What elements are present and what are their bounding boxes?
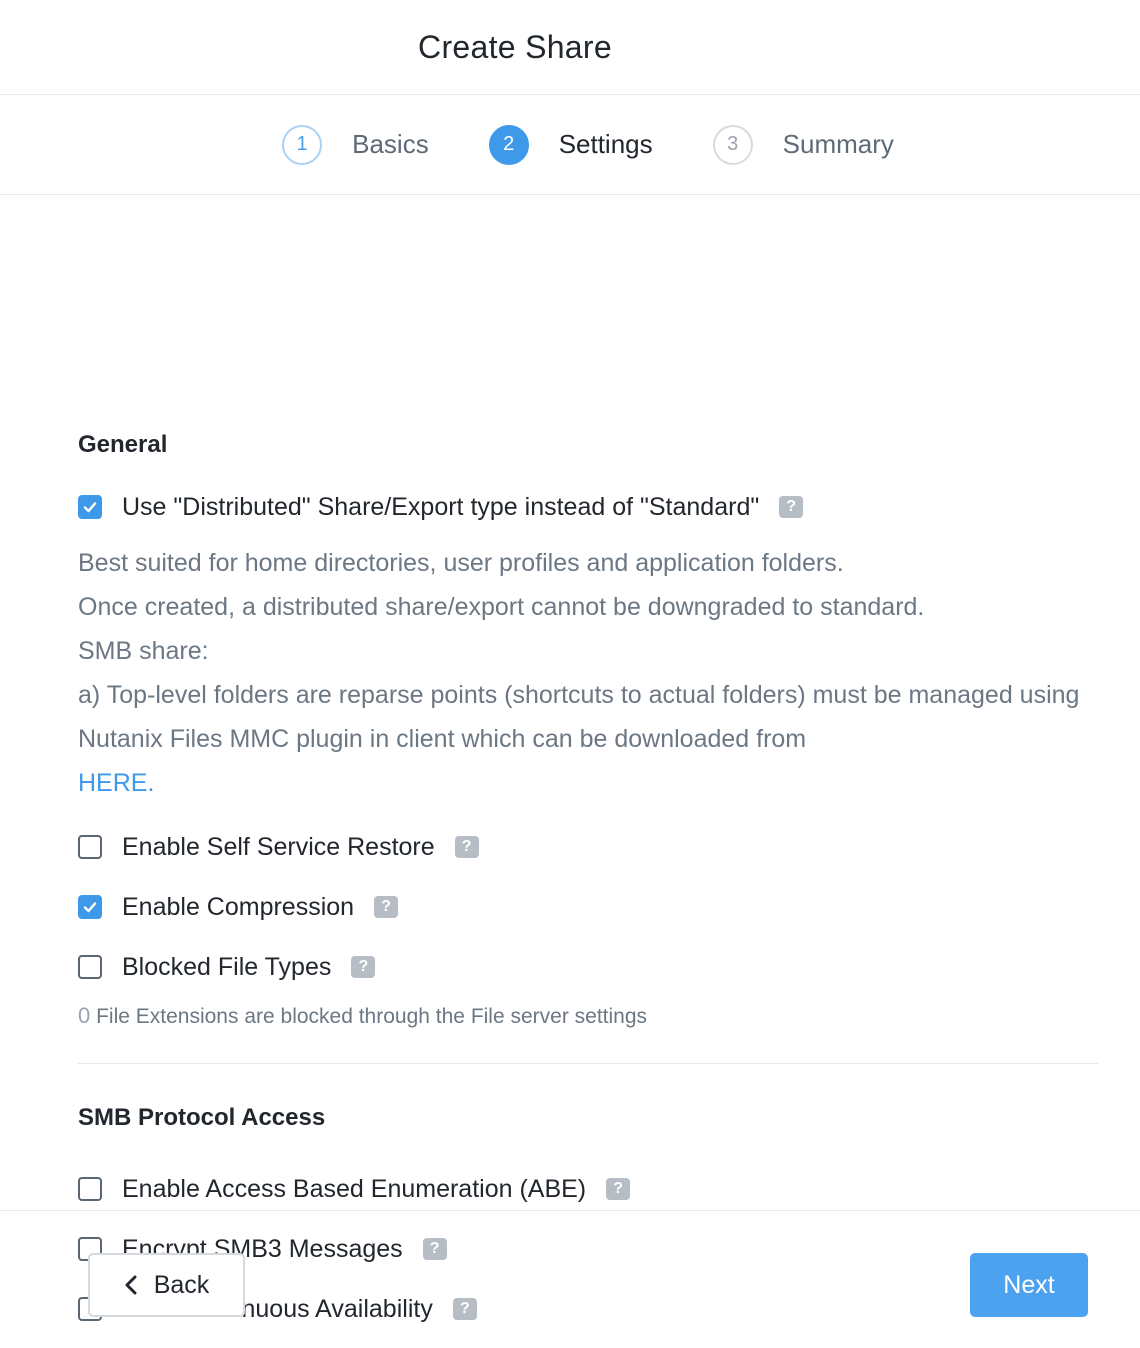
description-line: a) Top-level folders are reparse points …: [78, 681, 1080, 753]
blocked-note-text: File Extensions are blocked through the …: [96, 1005, 648, 1028]
step-label-basics: Basics: [352, 129, 429, 159]
compression-option: Enable Compression ?: [78, 892, 399, 922]
dialog-title: Create Share: [418, 28, 612, 65]
blocked-file-types-note: 0 File Extensions are blocked through th…: [78, 1003, 647, 1029]
step-settings[interactable]: 2 Settings: [488, 124, 653, 165]
self-service-restore-checkbox[interactable]: [78, 835, 102, 859]
step-number-summary: 3: [712, 124, 753, 165]
abe-option: Enable Access Based Enumeration (ABE) ?: [78, 1174, 631, 1204]
abe-label[interactable]: Enable Access Based Enumeration (ABE): [122, 1175, 586, 1204]
section-divider: [78, 1063, 1098, 1064]
compression-checkbox[interactable]: [78, 895, 102, 919]
step-label-summary: Summary: [782, 129, 894, 159]
section-title-smb: SMB Protocol Access: [78, 1104, 326, 1131]
checkmark-icon: [83, 502, 97, 513]
blocked-file-types-option: Blocked File Types ?: [78, 952, 376, 982]
step-summary[interactable]: 3 Summary: [712, 124, 894, 165]
self-service-restore-option: Enable Self Service Restore ?: [78, 832, 479, 862]
distributed-option: Use "Distributed" Share/Export type inst…: [78, 492, 804, 522]
section-title-general: General: [78, 431, 168, 458]
compression-label[interactable]: Enable Compression: [122, 893, 354, 922]
chevron-left-icon: [124, 1275, 138, 1295]
distributed-label[interactable]: Use "Distributed" Share/Export type inst…: [122, 493, 759, 522]
next-button[interactable]: Next: [970, 1253, 1088, 1317]
next-button-label: Next: [1003, 1270, 1055, 1299]
dialog-footer: Back Next: [0, 1210, 1140, 1348]
blocked-extension-count: 0: [78, 1003, 91, 1028]
dialog-header: Create Share: [0, 0, 1140, 95]
distributed-description: Best suited for home directories, user p…: [78, 541, 1098, 805]
back-button-label: Back: [153, 1270, 210, 1299]
step-number-settings: 2: [488, 124, 529, 165]
help-icon[interactable]: ?: [374, 896, 399, 918]
step-label-settings: Settings: [558, 129, 653, 159]
description-line: Once created, a distributed share/export…: [78, 593, 925, 621]
help-icon[interactable]: ?: [606, 1178, 631, 1200]
help-icon[interactable]: ?: [454, 836, 479, 858]
help-icon[interactable]: ?: [779, 496, 804, 518]
blocked-file-types-checkbox[interactable]: [78, 955, 102, 979]
description-line: SMB share:: [78, 637, 209, 665]
abe-checkbox[interactable]: [78, 1177, 102, 1201]
download-link[interactable]: HERE.: [78, 769, 154, 797]
step-basics[interactable]: 1 Basics: [282, 124, 429, 165]
create-share-dialog: Create Share 1 Basics 2 Settings 3 Summa…: [0, 0, 1140, 1348]
self-service-restore-label[interactable]: Enable Self Service Restore: [122, 833, 435, 862]
back-button[interactable]: Back: [88, 1253, 245, 1317]
description-line: Best suited for home directories, user p…: [78, 549, 844, 577]
distributed-checkbox[interactable]: [78, 495, 102, 519]
wizard-steps: 1 Basics 2 Settings 3 Summary: [0, 95, 1140, 195]
checkmark-icon: [83, 902, 97, 913]
help-icon[interactable]: ?: [351, 956, 376, 978]
blocked-file-types-label[interactable]: Blocked File Types: [122, 953, 331, 982]
step-number-basics: 1: [282, 124, 323, 165]
